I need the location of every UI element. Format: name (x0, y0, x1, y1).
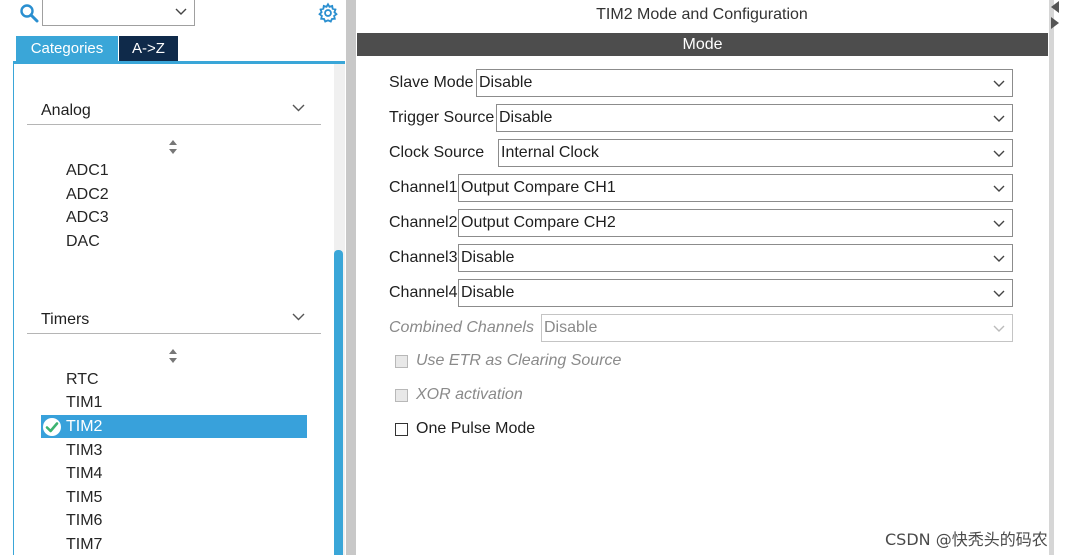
list-item-adc3[interactable]: ADC3 (41, 206, 307, 229)
chevron-down-icon (993, 325, 1005, 332)
list-item-tim4[interactable]: TIM4 (41, 462, 307, 485)
list-item-tim6[interactable]: TIM6 (41, 509, 307, 532)
channel2-value: Output Compare CH2 (461, 214, 616, 231)
list-item-label: TIM7 (66, 536, 103, 553)
left-panel: Categories A->Z Analog ADC1 ADC2 ADC3 DA… (0, 0, 346, 555)
xor-activation-label: XOR activation (416, 386, 523, 403)
trigger-source-label: Trigger Source (389, 109, 495, 126)
list-item-label: DAC (66, 233, 100, 250)
combined-channels-select: Disable (541, 314, 1013, 342)
slave-mode-select[interactable]: Disable (476, 69, 1013, 97)
chevron-down-icon (993, 255, 1005, 262)
chevron-down-icon (292, 104, 305, 112)
list-item-rtc[interactable]: RTC (41, 368, 307, 391)
channel1-label: Channel1 (389, 179, 458, 196)
chevron-down-icon (993, 220, 1005, 227)
section-title: Analog (41, 102, 91, 119)
list-item-tim3[interactable]: TIM3 (41, 439, 307, 462)
use-etr-checkbox (395, 355, 408, 368)
tab-a-to-z[interactable]: A->Z (119, 36, 178, 61)
channel3-value: Disable (461, 249, 515, 266)
scrollbar-thumb[interactable] (334, 250, 343, 555)
config-panel: TIM2 Mode and Configuration Mode Slave M… (356, 0, 1092, 555)
list-item-label: TIM1 (66, 394, 103, 411)
channel2-select[interactable]: Output Compare CH2 (458, 209, 1013, 237)
channel2-label: Channel2 (389, 214, 458, 231)
channel1-value: Output Compare CH1 (461, 179, 616, 196)
chevron-down-icon (175, 8, 187, 15)
list-item-label: RTC (66, 371, 99, 388)
collapse-arrow-icon[interactable] (1050, 0, 1060, 14)
tab-categories[interactable]: Categories (16, 36, 118, 61)
list-item-adc1[interactable]: ADC1 (41, 159, 307, 182)
list-item-label: ADC2 (66, 186, 109, 203)
search-icon[interactable] (19, 3, 39, 23)
mode-section-bar[interactable]: Mode (357, 33, 1048, 56)
list-item-tim7[interactable]: TIM7 (41, 533, 307, 556)
section-header-analog[interactable]: Analog (27, 95, 321, 125)
list-item-label: TIM6 (66, 512, 103, 529)
right-splitter[interactable] (1049, 0, 1054, 555)
list-item-tim5[interactable]: TIM5 (41, 486, 307, 509)
chevron-down-icon (993, 80, 1005, 87)
clock-source-select[interactable]: Internal Clock (498, 139, 1013, 167)
list-item-adc2[interactable]: ADC2 (41, 183, 307, 206)
list-item-label: ADC3 (66, 209, 109, 226)
trigger-source-value: Disable (499, 109, 553, 126)
channel3-label: Channel3 (389, 249, 458, 266)
one-pulse-mode-checkbox[interactable] (395, 423, 408, 436)
sort-arrows-icon[interactable] (167, 139, 179, 155)
trigger-source-select[interactable]: Disable (496, 104, 1013, 132)
section-title: Timers (41, 311, 90, 328)
expand-arrow-icon[interactable] (1050, 16, 1060, 30)
channel3-select[interactable]: Disable (458, 244, 1013, 272)
list-item-dac[interactable]: DAC (41, 230, 307, 253)
combined-channels-value: Disable (544, 319, 598, 336)
gear-icon[interactable] (317, 2, 339, 24)
clock-source-label: Clock Source (389, 144, 485, 161)
use-etr-label: Use ETR as Clearing Source (416, 352, 622, 369)
section-header-timers[interactable]: Timers (27, 304, 321, 334)
list-item-label: TIM3 (66, 442, 103, 459)
list-item-label: TIM5 (66, 489, 103, 506)
check-circle-icon (43, 418, 61, 436)
sort-arrows-icon[interactable] (167, 348, 179, 364)
xor-activation-checkbox (395, 389, 408, 402)
chevron-down-icon (292, 313, 305, 321)
channel4-value: Disable (461, 284, 515, 301)
channel1-select[interactable]: Output Compare CH1 (458, 174, 1013, 202)
one-pulse-mode-label[interactable]: One Pulse Mode (416, 420, 535, 438)
slave-mode-label: Slave Mode (389, 74, 474, 91)
slave-mode-value: Disable (479, 74, 533, 91)
watermark: CSDN @快秃头的码农 (885, 530, 1048, 549)
chevron-down-icon (993, 290, 1005, 297)
list-item-tim1[interactable]: TIM1 (41, 391, 307, 414)
page-title: TIM2 Mode and Configuration (596, 6, 808, 23)
chevron-down-icon (993, 115, 1005, 122)
combined-channels-label: Combined Channels (389, 319, 534, 336)
clock-source-value: Internal Clock (501, 144, 599, 161)
panel-divider[interactable] (346, 0, 356, 555)
list-item-label: TIM4 (66, 465, 103, 482)
list-item-label: TIM2 (66, 418, 103, 435)
chevron-down-icon (993, 185, 1005, 192)
channel4-label: Channel4 (389, 284, 458, 301)
chevron-down-icon (993, 150, 1005, 157)
list-item-label: ADC1 (66, 162, 109, 179)
channel4-select[interactable]: Disable (458, 279, 1013, 307)
list-item-tim2[interactable]: TIM2 (41, 415, 307, 438)
search-dropdown[interactable] (42, 0, 195, 26)
